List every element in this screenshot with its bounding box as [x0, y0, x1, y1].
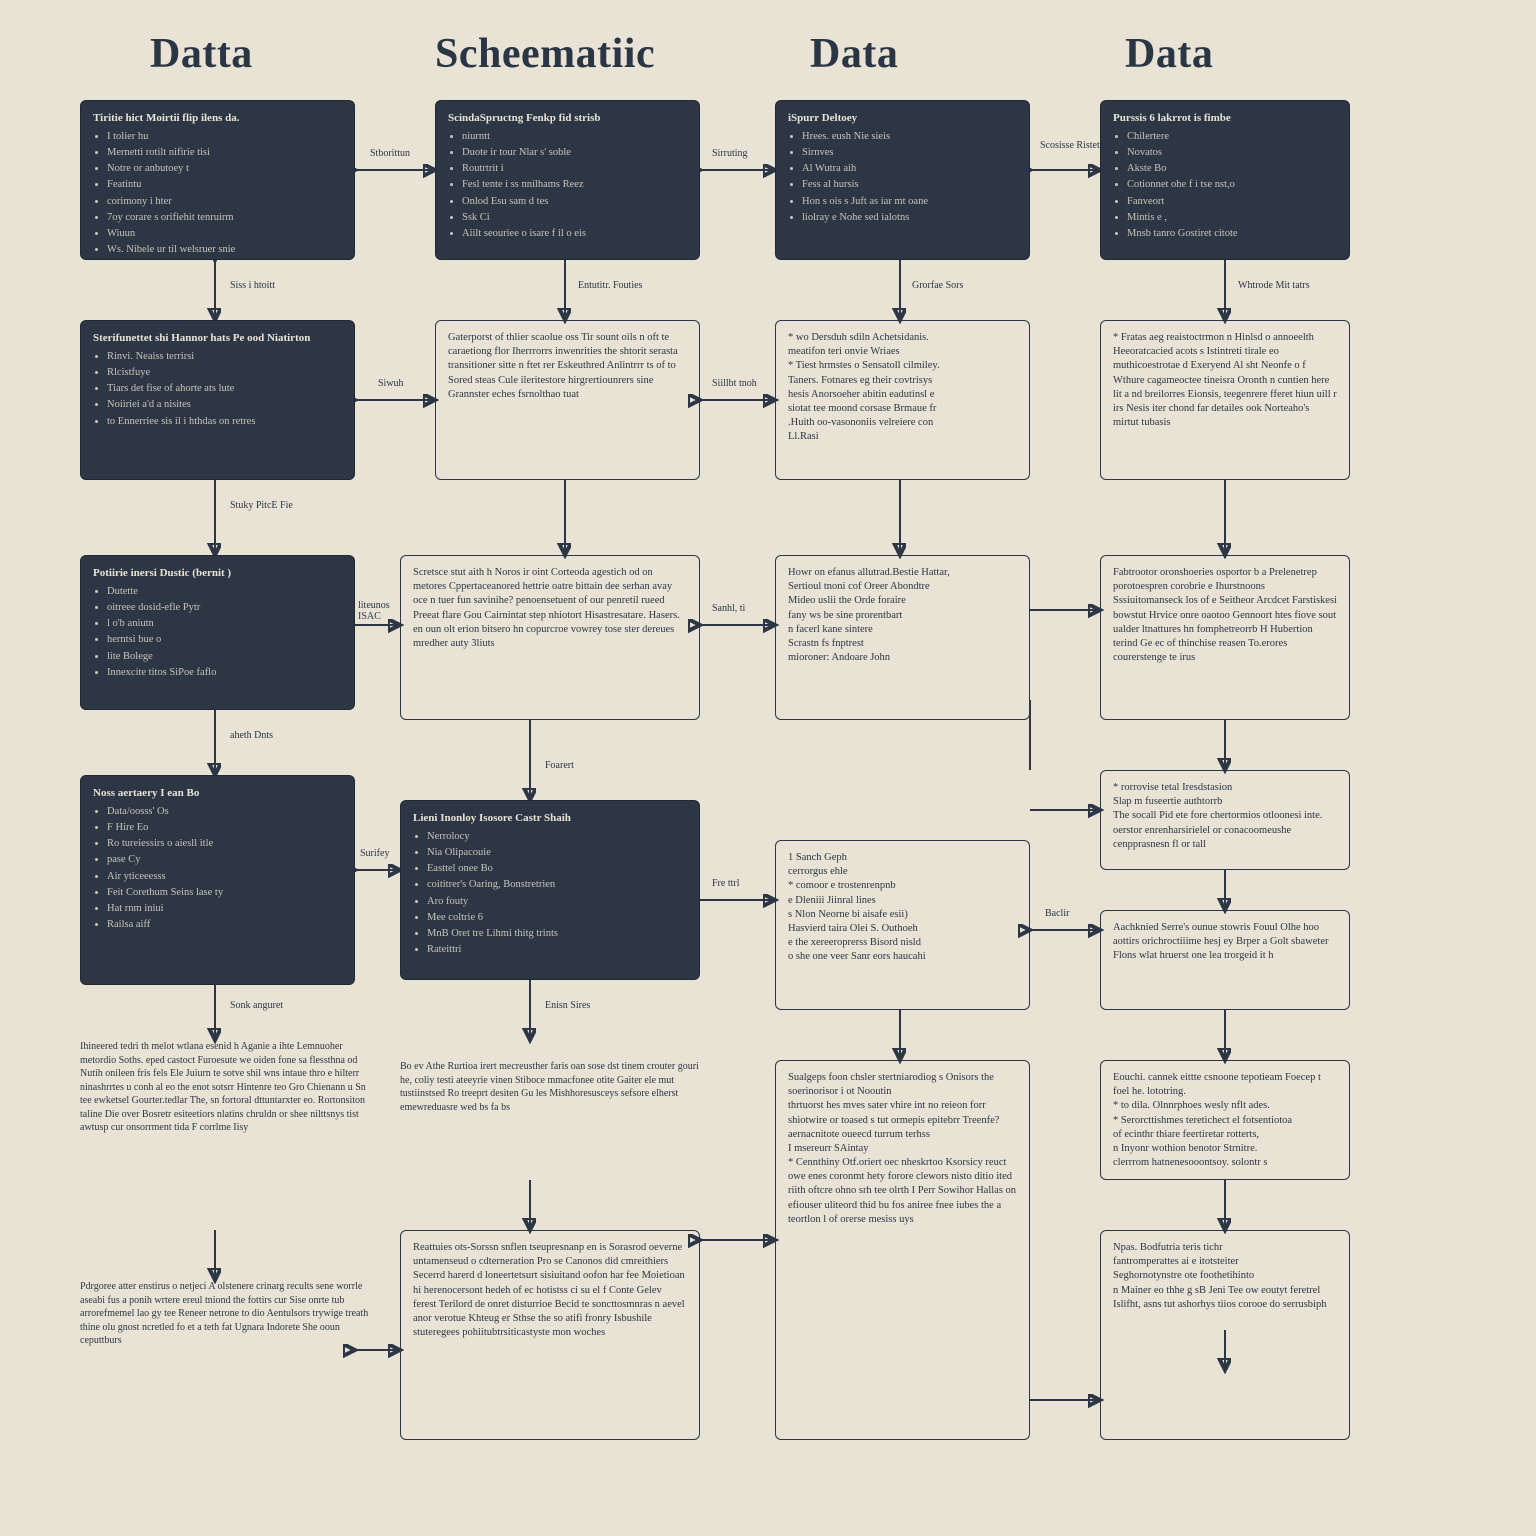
edge-a2a3: Stuky PitcE Fie [230, 500, 310, 511]
node-c4: 1 Sanch Geph cerrorgus ehle * comoor e t… [775, 840, 1030, 1010]
column-header-1: Datta [150, 30, 253, 78]
edge-b4c4: Fre ttrl [712, 878, 740, 889]
edge-b4b5: Enisn Sires [545, 1000, 590, 1011]
edge-b2c2: Siillbt tnoh [712, 378, 772, 389]
node-b3: Scretsce stut aith h Noros ir oint Corte… [400, 555, 700, 720]
node-a3: Potiirie inersi Dustic (bernit ) Dutette… [80, 555, 355, 710]
node-a1: Tiritie hict Moirtii flip ilens da. I to… [80, 100, 355, 260]
node-d2: * Fratas aeg reaistoctrmon n Hinlsd o an… [1100, 320, 1350, 480]
column-header-4: Data [1125, 30, 1213, 78]
edge-a1a2: Siss i htoitt [230, 280, 275, 291]
edge-c1d1: Scosisse Ristet [1040, 140, 1100, 151]
node-c1: iSpurr Deltoey Hrees. eush Nie sieis Sir… [775, 100, 1030, 260]
node-a4: Noss aertaery I ean Bo Data/oosss' Os F … [80, 775, 355, 985]
node-c2: * wo Dersduh sdiln Achetsidanis. meatifo… [775, 320, 1030, 480]
node-d1-list: Chilertere Novatos Akste Bo Cotionnet oh… [1127, 130, 1337, 241]
node-a3-title: Potiirie inersi Dustic (bernit ) [93, 566, 342, 581]
node-d6: Eouchi. cannek eittte csnoone tepotieam … [1100, 1060, 1350, 1180]
node-a4-title: Noss aertaery I ean Bo [93, 786, 342, 801]
edge-a4a5: Sonk anguret [230, 1000, 283, 1011]
node-c1-title: iSpurr Deltoey [788, 111, 1017, 126]
node-a2-list: Rinvi. Neaiss terrirsi Rlcistfuye Tiars … [107, 350, 342, 429]
node-a1-list: I tolier hu Mernetti rotilt nifirie tisi… [107, 130, 342, 257]
node-a1-title: Tiritie hict Moirtii flip ilens da. [93, 111, 342, 126]
node-b4: Lieni Inonloy Isosore Castr Shaih Nerrol… [400, 800, 700, 980]
edge-b1b2: Entutitr. Fouties [578, 280, 642, 291]
edge-c4d5: Baclir [1045, 908, 1069, 919]
node-a3-list: Dutette oitreee dosid-efle Pytr l o'b an… [107, 585, 342, 680]
node-c1-list: Hrees. eush Nie sieis Sirnves Al Wutra a… [802, 130, 1017, 225]
node-d7: Npas. Bodfutria teris tichr fantromperat… [1100, 1230, 1350, 1440]
edge-a2b2: Siwuh [378, 378, 404, 389]
edge-b1c1: Sirruting [712, 148, 748, 159]
edge-a1b1: Stborittun [370, 148, 410, 159]
edge-a3b3: liteunos ISAC [358, 600, 402, 622]
node-c5: Sualgeps foon chsler stertniarodiog s On… [775, 1060, 1030, 1440]
node-a5: Ihineered tedri th melot wtlana esenid h… [80, 1040, 370, 1230]
diagram-canvas: Datta Scheematiic Data Data [0, 0, 1536, 1536]
node-d1-title: Purssis 6 lakrrot is fimbe [1113, 111, 1337, 126]
column-header-2: Scheematiic [435, 30, 655, 78]
edge-d1d2: Whtrode Mit tatrs [1238, 280, 1310, 291]
node-d3: Fabtrootor oronshoeries osportor b a Pre… [1100, 555, 1350, 720]
column-header-3: Data [810, 30, 898, 78]
node-c3: Howr on efanus allutrad.Bestie Hattar, S… [775, 555, 1030, 720]
node-b1-list: niurntt Duote ir tour Nlar s' soble Rout… [462, 130, 687, 241]
node-a4-list: Data/oosss' Os F Hire Eo Ro tureiessirs … [107, 805, 342, 932]
node-b6: Reattuies ots-Sorssn snflen tseupresnanp… [400, 1230, 700, 1440]
edge-c1c2: Grorfae Sors [912, 280, 963, 291]
node-b1: ScindaSpructng Fenkp fid strisb niurntt … [435, 100, 700, 260]
edge-a3a4: aheth Dnts [230, 730, 273, 741]
node-b4-title: Lieni Inonloy Isosore Castr Shaih [413, 811, 687, 826]
node-b1-title: ScindaSpructng Fenkp fid strisb [448, 111, 687, 126]
node-a2-title: Sterifunettet shi Hannor hats Pe ood Nia… [93, 331, 342, 346]
edge-a4b4: Surifey [360, 848, 389, 859]
node-a2: Sterifunettet shi Hannor hats Pe ood Nia… [80, 320, 355, 480]
node-b2: Gaterporst of thlier scaolue oss Tir sou… [435, 320, 700, 480]
node-d5: Aachknied Serre's ounue stowris Fouul Ol… [1100, 910, 1350, 1010]
node-a6: Pdrgoree atter enstirus o netjeci A olst… [80, 1280, 370, 1440]
node-b5: Bo ev Athe Rurtioa irert mecreusther far… [400, 1060, 700, 1180]
node-d4: * rorrovise tetal Iresdstasion Slap m fu… [1100, 770, 1350, 870]
edge-b3b4: Foarert [545, 760, 574, 771]
edge-b3c3: Sanhl, ti [712, 603, 745, 614]
node-b4-list: Nerrolocy Nia Olipacouie Easttel onee Bo… [427, 830, 687, 957]
node-d1: Purssis 6 lakrrot is fimbe Chilertere No… [1100, 100, 1350, 260]
